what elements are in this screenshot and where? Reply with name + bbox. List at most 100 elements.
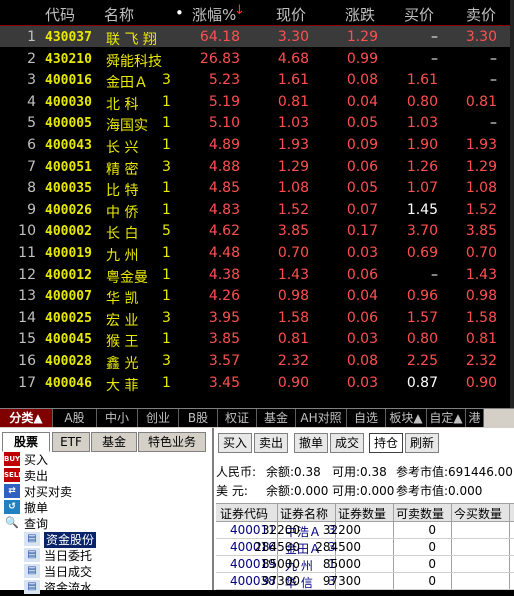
tab-special[interactable]: 特色业务 [138,432,206,452]
usd-balance: 余额:0.000 [266,484,329,498]
quote-row[interactable]: 5 400005 海国实 1 5.10 1.03 0.05 1.03 – [0,112,514,134]
current-price: 2.32 [277,353,309,369]
stock-code: 400007 [45,289,92,305]
category-tab[interactable]: 分类▲ [0,409,53,427]
holding-today-buy: 0 [428,574,436,588]
tree-label-buy: 买入 [24,453,49,467]
deals-button[interactable]: 成交 [330,433,364,453]
current-price: 4.68 [277,50,309,67]
quote-row[interactable]: 15 400045 猴 王 1 3.85 0.81 0.03 0.80 0.81 [0,328,514,350]
refresh-button[interactable]: 刷新 [405,433,439,453]
col-sec-code[interactable]: 证券代码 [220,505,268,522]
row-number: 10 [18,223,36,240]
quote-row[interactable]: 8 400035 比 特 1 4.85 1.08 0.05 1.07 1.08 [0,177,514,200]
stock-name: 舜能科技 [106,53,162,70]
col-change-header[interactable]: 涨跌 [345,4,375,25]
tree-item-buy[interactable]: BUY 买入 [0,452,200,468]
quote-row[interactable]: 7 400051 精 密 3 4.88 1.29 0.06 1.26 1.29 [0,156,514,178]
category-tab[interactable]: 基金 [257,409,296,427]
col-sec-qty[interactable]: 证券数量 [338,505,386,522]
quote-header: 代码 名称 • 涨幅% ↓ 现价 涨跌 买价 卖价 [0,0,514,25]
category-tab[interactable]: 自选 [347,409,386,427]
tree-item-cross[interactable]: ⇄ 对买对卖 [0,484,200,500]
quote-row[interactable]: 17 400046 大 菲 1 3.45 0.90 0.03 0.87 0.90 [0,372,514,394]
quote-row[interactable]: 6 400043 长 兴 1 4.89 1.93 0.09 1.90 1.93 [0,134,514,156]
current-price: 1.43 [277,266,309,283]
quote-row[interactable]: 1 430037 联 飞 翔 64.18 3.30 1.29 – 3.30 [0,26,514,48]
category-tab[interactable]: 创业 [138,409,179,427]
col-sec-name[interactable]: 证券名称 [280,505,328,522]
quote-row[interactable]: 14 400025 宏 业 3 3.95 1.58 0.06 1.57 1.58 [0,307,514,329]
holding-row[interactable]: 400011 中浩Ａ 3 32200 32200 0 [216,522,514,539]
tab-stocks[interactable]: 股票 [2,432,50,452]
current-price: 1.08 [277,180,309,197]
quote-row[interactable]: 16 400028 鑫 光 3 3.57 2.32 0.08 2.25 2.32 [0,350,514,372]
sell-icon: SELL [4,468,23,482]
quote-row[interactable]: 10 400002 长 白 5 4.62 3.85 0.17 3.70 3.85 [0,220,514,243]
col-sellable-qty[interactable]: 可卖数量 [396,505,444,522]
row-number: 14 [18,309,36,326]
ask-price: – [490,115,497,132]
quote-row[interactable]: 12 400012 粤金曼 1 4.38 1.43 0.06 – 1.43 [0,264,514,286]
change-percent: 3.85 [208,331,240,348]
quote-row[interactable]: 13 400007 华 凯 1 4.26 0.98 0.04 0.96 0.98 [0,285,514,307]
stock-flag: 1 [162,245,171,261]
holding-row[interactable]: 400038 华 信 3 97300 97300 0 [216,573,514,590]
change-percent: 4.26 [208,288,240,305]
stock-name: 宏 业 [106,312,139,329]
category-tab[interactable]: AH对照 [296,409,347,427]
vertical-scrollbar[interactable] [510,0,514,408]
buy-button[interactable]: 买入 [218,433,252,453]
cancel-button[interactable]: 撤单 [294,433,328,453]
ask-price: 1.08 [465,180,497,197]
col-pct-header[interactable]: 涨幅% [192,4,236,25]
col-name-header[interactable]: 名称 [104,4,134,25]
category-tab[interactable]: 中小 [97,409,138,427]
category-tab[interactable]: 自定▲ [427,409,466,427]
tab-etf[interactable]: ETF [52,432,90,452]
tree-item-today-deals[interactable]: ▤ 当日成交 [20,564,200,580]
category-tab[interactable]: 板块▲ [386,409,427,427]
holdings-button[interactable]: 持仓 [369,433,403,453]
tree-item-sell[interactable]: SELL 卖出 [0,468,200,484]
bid-price: 1.07 [406,180,438,197]
stock-name: 中 侨 [106,204,139,221]
stock-flag: 1 [162,331,171,348]
tab-funds[interactable]: 基金 [91,432,137,452]
col-bid-header[interactable]: 买价 [404,4,434,25]
sell-button[interactable]: 卖出 [254,433,288,453]
category-tab[interactable]: 权证 [218,409,257,427]
current-price: 0.98 [277,288,309,305]
tree-item-funds-flow[interactable]: ▤ 资金流水 [20,580,200,596]
tree-item-funds-stocks[interactable]: ▤ 资金股份 [20,532,200,548]
holding-row[interactable]: 400016 金田Ａ 3 284500 284500 0 [216,539,514,556]
stock-name: 长 白 [106,226,139,243]
quote-row[interactable]: 2 430210 舜能科技 26.83 4.68 0.99 – – [0,48,514,70]
col-price-header[interactable]: 现价 [276,4,306,25]
tree-item-today-orders[interactable]: ▤ 当日委托 [20,548,200,564]
tree-item-cancel[interactable]: ↺ 撤单 [0,500,200,516]
tree-label-cross: 对买对卖 [24,485,73,499]
price-change: 0.09 [346,137,378,153]
category-tab[interactable]: A股 [53,409,97,427]
row-number: 2 [27,50,36,67]
col-ask-header[interactable]: 卖价 [466,4,496,25]
col-code-header[interactable]: 代码 [45,4,75,25]
row-number: 17 [18,374,36,391]
holding-row[interactable]: 400019 九 州 1 85000 85000 0 [216,556,514,573]
quote-row[interactable]: 4 400030 北 科 1 5.19 0.81 0.04 0.80 0.81 [0,91,514,113]
change-percent: 4.38 [208,266,240,283]
quote-row[interactable]: 9 400026 中 侨 1 4.83 1.52 0.07 1.45 1.52 [0,199,514,221]
quote-row[interactable]: 11 400019 九 州 1 4.48 0.70 0.03 0.69 0.70 [0,242,514,264]
category-tab[interactable]: B股 [179,409,218,427]
tree-item-query[interactable]: 🔍 查询 [0,516,200,532]
row-number: 9 [27,201,36,218]
dot-marker: • [175,4,184,22]
price-change: 0.03 [346,331,378,348]
holdings-table-header: 证券代码 证券名称 证券数量 可卖数量 今买数量 [216,503,514,522]
quote-row[interactable]: 3 400016 金田Ａ 3 5.23 1.61 0.08 1.61 – [0,69,514,91]
col-today-buy-qty[interactable]: 今买数量 [454,505,502,522]
category-tab[interactable]: 港 [466,409,484,427]
change-percent: 5.19 [208,93,240,110]
stock-name: 比 特 [106,183,139,200]
